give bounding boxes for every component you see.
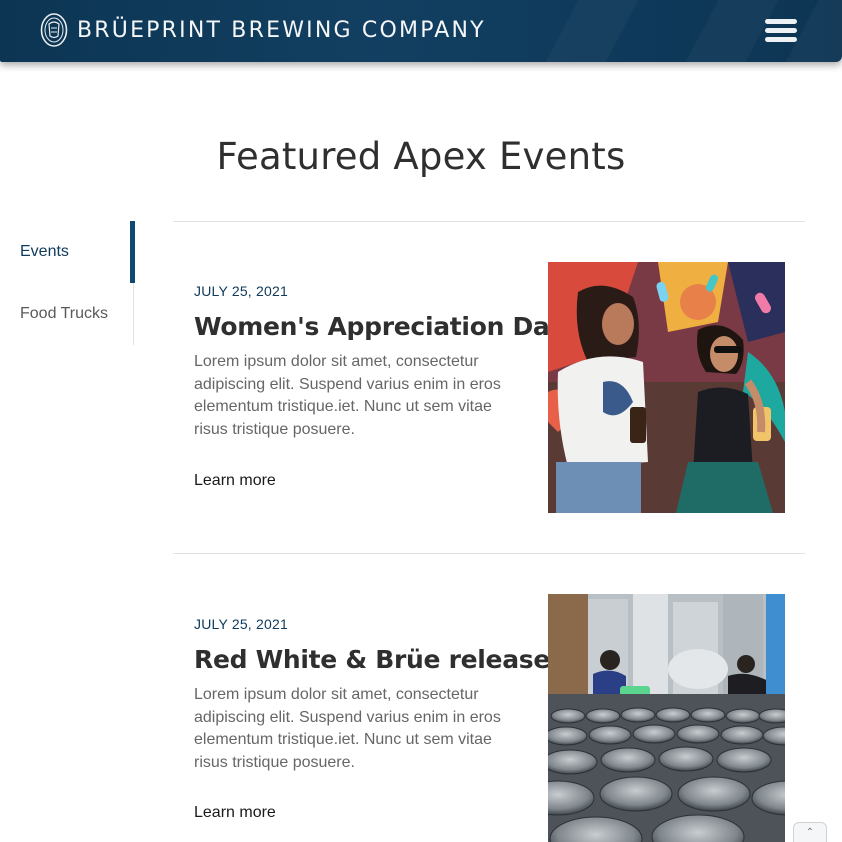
- home-link[interactable]: BRÜEPRINT BREWING COMPANY: [40, 12, 486, 48]
- event-date: JULY 25, 2021: [194, 616, 288, 632]
- sidebar-item-label: Events: [20, 243, 69, 260]
- scroll-to-top-button[interactable]: ⌃: [793, 822, 827, 842]
- chevron-up-icon: ⌃: [805, 827, 815, 838]
- brand-name: BRÜEPRINT BREWING COMPANY: [77, 17, 486, 43]
- learn-more-link[interactable]: Learn more: [194, 472, 276, 490]
- page-title: Featured Apex Events: [216, 135, 626, 178]
- brewery-seal-logo-icon: [40, 13, 68, 47]
- women-with-beer-photo[interactable]: [548, 262, 785, 513]
- brewery-canning-line-photo[interactable]: [548, 594, 785, 842]
- sidebar-item-label: Food Trucks: [20, 305, 109, 322]
- sidebar-item-events[interactable]: Events: [0, 221, 135, 283]
- divider: [173, 553, 805, 554]
- event-category-nav: Events Food Trucks: [0, 221, 135, 345]
- event-date: JULY 25, 2021: [194, 283, 288, 299]
- event-title: Women's Appreciation Day: [194, 312, 565, 341]
- event-title: Red White & Brüe release!: [194, 645, 562, 674]
- site-header: BRÜEPRINT BREWING COMPANY: [0, 0, 842, 62]
- event-description: Lorem ipsum dolor sit amet, consectetur …: [194, 686, 501, 771]
- learn-more-link[interactable]: Learn more: [194, 804, 276, 822]
- hamburger-menu-icon[interactable]: [765, 19, 797, 43]
- header-decor: [531, 0, 649, 62]
- event-description: Lorem ipsum dolor sit amet, consectetur …: [194, 353, 501, 438]
- divider: [173, 221, 805, 222]
- sidebar-item-food-trucks[interactable]: Food Trucks: [0, 283, 134, 345]
